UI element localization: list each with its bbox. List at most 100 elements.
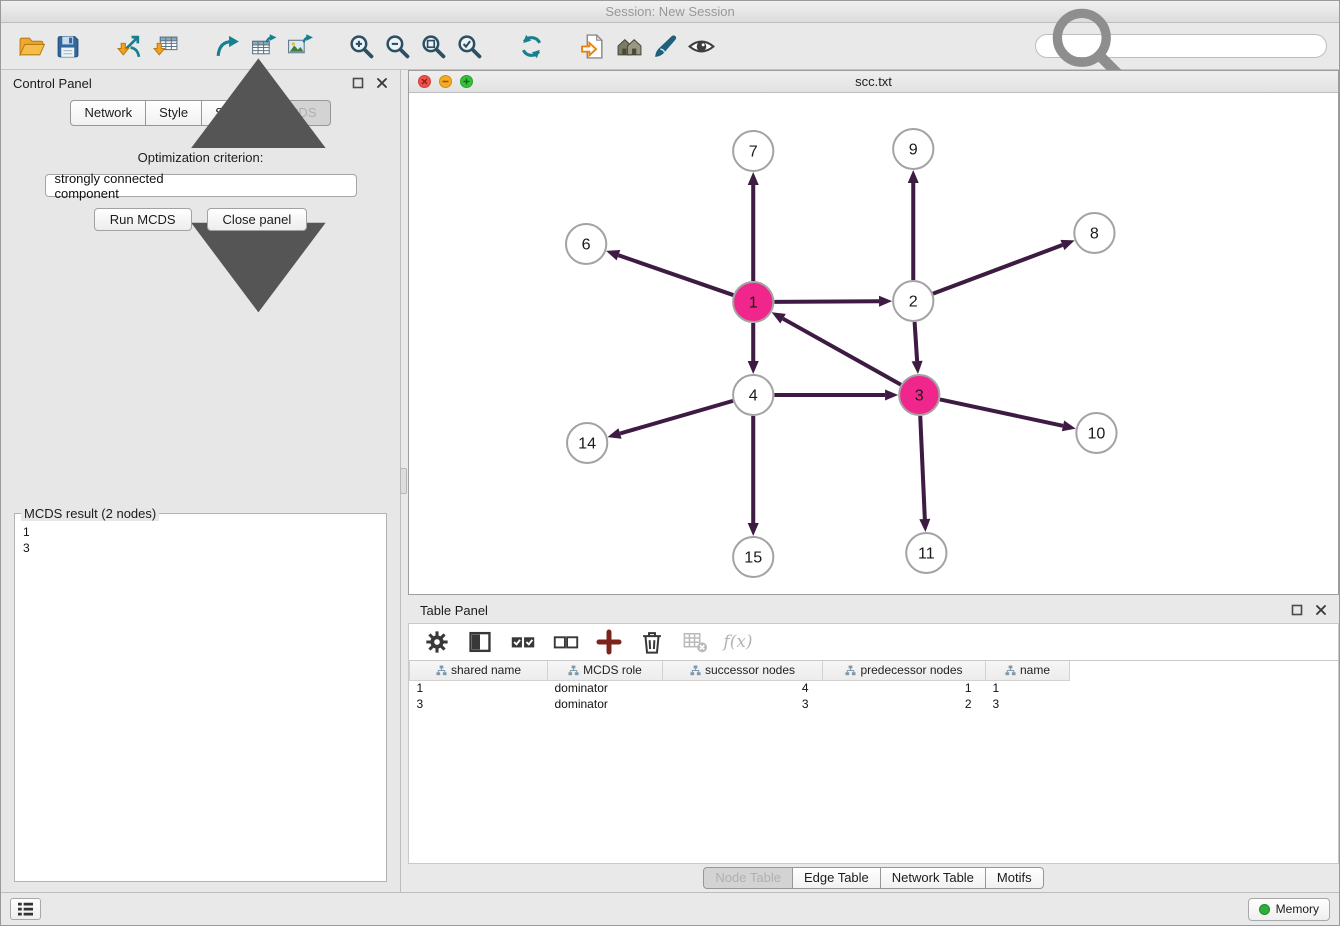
add-row-icon xyxy=(596,629,622,655)
column-header-shared-name[interactable]: shared name xyxy=(410,661,548,680)
toolbar-button-zoom-selected[interactable] xyxy=(451,28,487,64)
toolbar-button-home[interactable] xyxy=(611,28,647,64)
toolbar-button-save[interactable] xyxy=(49,28,85,64)
mcds-result-legend: MCDS result (2 nodes) xyxy=(21,506,159,521)
toolbar-button-export-document[interactable] xyxy=(575,28,611,64)
criterion-selected-value: strongly connected component xyxy=(55,171,165,201)
run-mcds-button[interactable]: Run MCDS xyxy=(94,208,192,231)
tab-edge-table[interactable]: Edge Table xyxy=(793,867,881,889)
main-area: Control Panel NetworkStyleSelectMCDS Opt… xyxy=(1,70,1339,892)
graph-edge-arrowhead xyxy=(748,523,759,536)
graph-edge-2-8[interactable] xyxy=(933,245,1062,294)
toolbar-button-zoom-fit[interactable] xyxy=(415,28,451,64)
cell-predecessor-nodes[interactable]: 2 xyxy=(823,696,986,712)
graph-edge-1-6[interactable] xyxy=(618,255,733,295)
cell-mcds-role[interactable]: dominator xyxy=(548,680,663,696)
graph-edge-2-3[interactable] xyxy=(915,322,918,361)
tab-node-table[interactable]: Node Table xyxy=(703,867,793,889)
network-canvas[interactable]: 7968124314101511 xyxy=(409,93,1338,594)
graph-edge-3-1[interactable] xyxy=(783,319,901,385)
control-panel-spacer xyxy=(1,231,400,506)
panel-selector-button[interactable] xyxy=(10,898,41,920)
cell-successor-nodes[interactable]: 4 xyxy=(663,680,823,696)
node-table[interactable]: shared nameMCDS role successor nodes prede… xyxy=(408,661,1339,864)
column-header-successor-nodes[interactable]: successor nodes xyxy=(663,661,823,680)
window-traffic-lights xyxy=(418,75,473,88)
column-header-label: successor nodes xyxy=(705,663,795,677)
tab-network-table[interactable]: Network Table xyxy=(881,867,986,889)
table-toolbar-button-columns[interactable] xyxy=(467,629,493,655)
toolbar-button-show-hide[interactable] xyxy=(683,28,719,64)
deselect-all-icon xyxy=(553,629,579,655)
column-header-name[interactable]: name xyxy=(986,661,1070,680)
cell-name[interactable]: 1 xyxy=(986,680,1070,696)
control-panel-float-button[interactable] xyxy=(352,77,364,89)
tab-motifs[interactable]: Motifs xyxy=(986,867,1044,889)
search-input[interactable] xyxy=(1142,39,1318,54)
panel-splitter-handle[interactable] xyxy=(400,468,407,494)
mcds-result-line: 1 xyxy=(23,524,378,540)
window-title: Session: New Session xyxy=(605,4,734,19)
zoom-in-icon xyxy=(348,33,375,60)
memory-button[interactable]: Memory xyxy=(1248,898,1330,921)
memory-status-dot xyxy=(1259,904,1270,915)
tab-network[interactable]: Network xyxy=(70,100,146,126)
graph-edge-3-10[interactable] xyxy=(940,399,1063,425)
status-bar: Memory xyxy=(1,892,1339,925)
table-toolbar-button-deselect-all[interactable] xyxy=(553,629,579,655)
toolbar-button-zoom-out[interactable] xyxy=(379,28,415,64)
toolbar-button-open-folder[interactable] xyxy=(13,28,49,64)
select-all-icon xyxy=(510,629,536,655)
search-field[interactable] xyxy=(1035,34,1327,58)
toolbar-group xyxy=(575,28,719,64)
graph-edge-1-2[interactable] xyxy=(774,301,879,302)
table-row[interactable]: 3dominator323 xyxy=(410,696,1339,712)
export-document-icon xyxy=(580,33,607,60)
graph-edge-arrowhead xyxy=(908,170,919,183)
toolbar-button-style[interactable] xyxy=(647,28,683,64)
mcds-result-list[interactable]: 13 xyxy=(17,523,384,557)
toolbar-group xyxy=(343,28,487,64)
close-panel-button[interactable]: Close panel xyxy=(207,208,308,231)
graph-edge-arrowhead xyxy=(607,428,621,439)
toolbar-button-import-network[interactable] xyxy=(111,28,147,64)
column-sort-icon xyxy=(436,665,447,676)
column-header-mcds-role[interactable]: MCDS role xyxy=(548,661,663,680)
zoom-selected-icon xyxy=(456,33,483,60)
cell-predecessor-nodes[interactable]: 1 xyxy=(823,680,986,696)
table-header-row: shared nameMCDS role successor nodes prede… xyxy=(410,661,1339,680)
close-window-icon[interactable] xyxy=(418,75,431,88)
table-toolbar-button-add-row[interactable] xyxy=(596,629,622,655)
minimize-window-icon[interactable] xyxy=(439,75,452,88)
table-toolbar-button-select-all[interactable] xyxy=(510,629,536,655)
table-panel-float-button[interactable] xyxy=(1291,604,1303,616)
settings-gear-icon xyxy=(424,629,450,655)
graph-node-label: 1 xyxy=(749,294,758,312)
graph-edge-arrowhead xyxy=(1062,420,1076,431)
zoom-window-icon[interactable] xyxy=(460,75,473,88)
cell-name[interactable]: 3 xyxy=(986,696,1070,712)
table-toolbar-button-settings-gear[interactable] xyxy=(424,629,450,655)
table-panel-close-button[interactable] xyxy=(1315,604,1327,616)
toolbar-button-refresh[interactable] xyxy=(513,28,549,64)
column-header-predecessor-nodes[interactable]: predecessor nodes xyxy=(823,661,986,680)
cell-successor-nodes[interactable]: 3 xyxy=(663,696,823,712)
cell-filler xyxy=(1070,680,1339,696)
graph-edge-4-14[interactable] xyxy=(620,401,733,434)
memory-label: Memory xyxy=(1276,902,1319,916)
table-toolbar-button-delete-row[interactable] xyxy=(639,629,665,655)
column-header-label: predecessor nodes xyxy=(860,663,962,677)
cell-mcds-role[interactable]: dominator xyxy=(548,696,663,712)
application-window: Session: New Session Control Panel Netwo… xyxy=(0,0,1340,926)
graph-node-label: 9 xyxy=(909,141,918,159)
show-hide-icon xyxy=(688,33,715,60)
column-header-label: name xyxy=(1020,663,1050,677)
cell-shared-name[interactable]: 3 xyxy=(410,696,548,712)
control-panel-close-button[interactable] xyxy=(376,77,388,89)
cell-shared-name[interactable]: 1 xyxy=(410,680,548,696)
table-tabs: Node TableEdge TableNetwork TableMotifs xyxy=(408,864,1339,892)
graph-edge-3-11[interactable] xyxy=(920,416,925,519)
criterion-select[interactable]: strongly connected component xyxy=(45,174,357,197)
table-row[interactable]: 1dominator411 xyxy=(410,680,1339,696)
table-panel-title: Table Panel xyxy=(420,603,488,618)
